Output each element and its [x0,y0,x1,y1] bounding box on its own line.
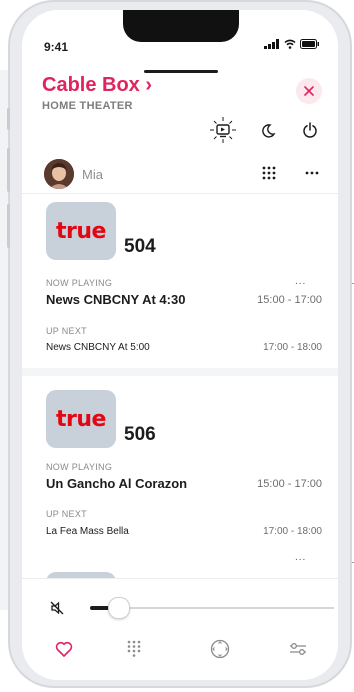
volume-knob[interactable] [108,597,130,619]
avatar[interactable] [44,159,74,189]
volume-fill [90,606,110,610]
status-icons [264,39,320,49]
phone-frame: 9:41 Cable Box › HOME THEATER Mia true 5… [7,0,352,688]
side-button [7,108,10,130]
now-playing-label: NOW PLAYING [46,278,113,288]
keypad-button[interactable] [260,164,278,182]
up-next-title: La Fea Mass Bella [46,526,129,537]
now-playing-time: 15:00 - 17:00 [257,294,322,306]
sleep-button[interactable] [258,121,278,141]
notch [123,10,239,42]
tab-dpad[interactable] [200,631,240,667]
now-playing-title: News CNBCNY At 4:30 [46,292,186,307]
status-time: 9:41 [44,40,69,54]
tab-settings[interactable] [278,631,318,667]
now-playing-time: 15:00 - 17:00 [257,478,322,490]
more-dots[interactable]: ... [295,552,306,563]
settings-icon [290,643,306,655]
signal-icon [264,39,279,49]
up-next-title: News CNBCNY At 5:00 [46,342,150,353]
up-next-time: 17:00 - 18:00 [263,342,322,353]
up-next-time: 17:00 - 18:00 [263,526,322,537]
device-room: HOME THEATER [42,100,133,112]
speaker-muted-icon [50,601,64,615]
section-divider [22,193,338,194]
tab-favorites[interactable] [44,631,84,667]
more-dots[interactable]: ... [295,276,306,287]
up-next-label: UP NEXT [46,326,87,336]
side-button [7,204,10,248]
channel-logo[interactable]: true [46,390,116,448]
grid-icon [262,166,276,180]
tab-keypad[interactable] [114,631,154,667]
channel-logo-text: true [56,406,106,432]
heart-icon [55,641,73,657]
device-title[interactable]: Cable Box › [42,74,152,97]
mute-button[interactable] [46,597,68,619]
more-button[interactable] [304,166,320,180]
keypad-icon [127,640,141,657]
side-button [7,148,10,192]
battery-icon [300,39,319,49]
avatar-image [44,159,74,189]
moon-icon [262,124,276,138]
close-icon [304,86,314,96]
wifi-icon [284,39,296,49]
screen: 9:41 Cable Box › HOME THEATER Mia true 5… [22,10,338,680]
channel-logo-text: true [56,218,106,244]
channel-number: 504 [124,236,156,257]
channel-number: 506 [124,424,156,445]
close-button[interactable] [296,78,322,104]
card-separator [22,368,338,376]
control-bar [22,578,338,680]
power-button[interactable] [300,120,320,140]
user-name: Mia [82,167,103,182]
up-next-label: UP NEXT [46,509,87,519]
now-playing-title: Un Gancho Al Corazon [46,476,188,491]
tv-source-icon [210,117,236,143]
channel-logo[interactable]: true [46,202,116,260]
tv-source-button[interactable] [208,115,238,145]
power-icon [303,122,317,138]
now-playing-label: NOW PLAYING [46,462,113,472]
dpad-icon [210,639,230,659]
dynamic-island-indicator [144,70,218,73]
more-horizontal-icon [305,171,319,175]
